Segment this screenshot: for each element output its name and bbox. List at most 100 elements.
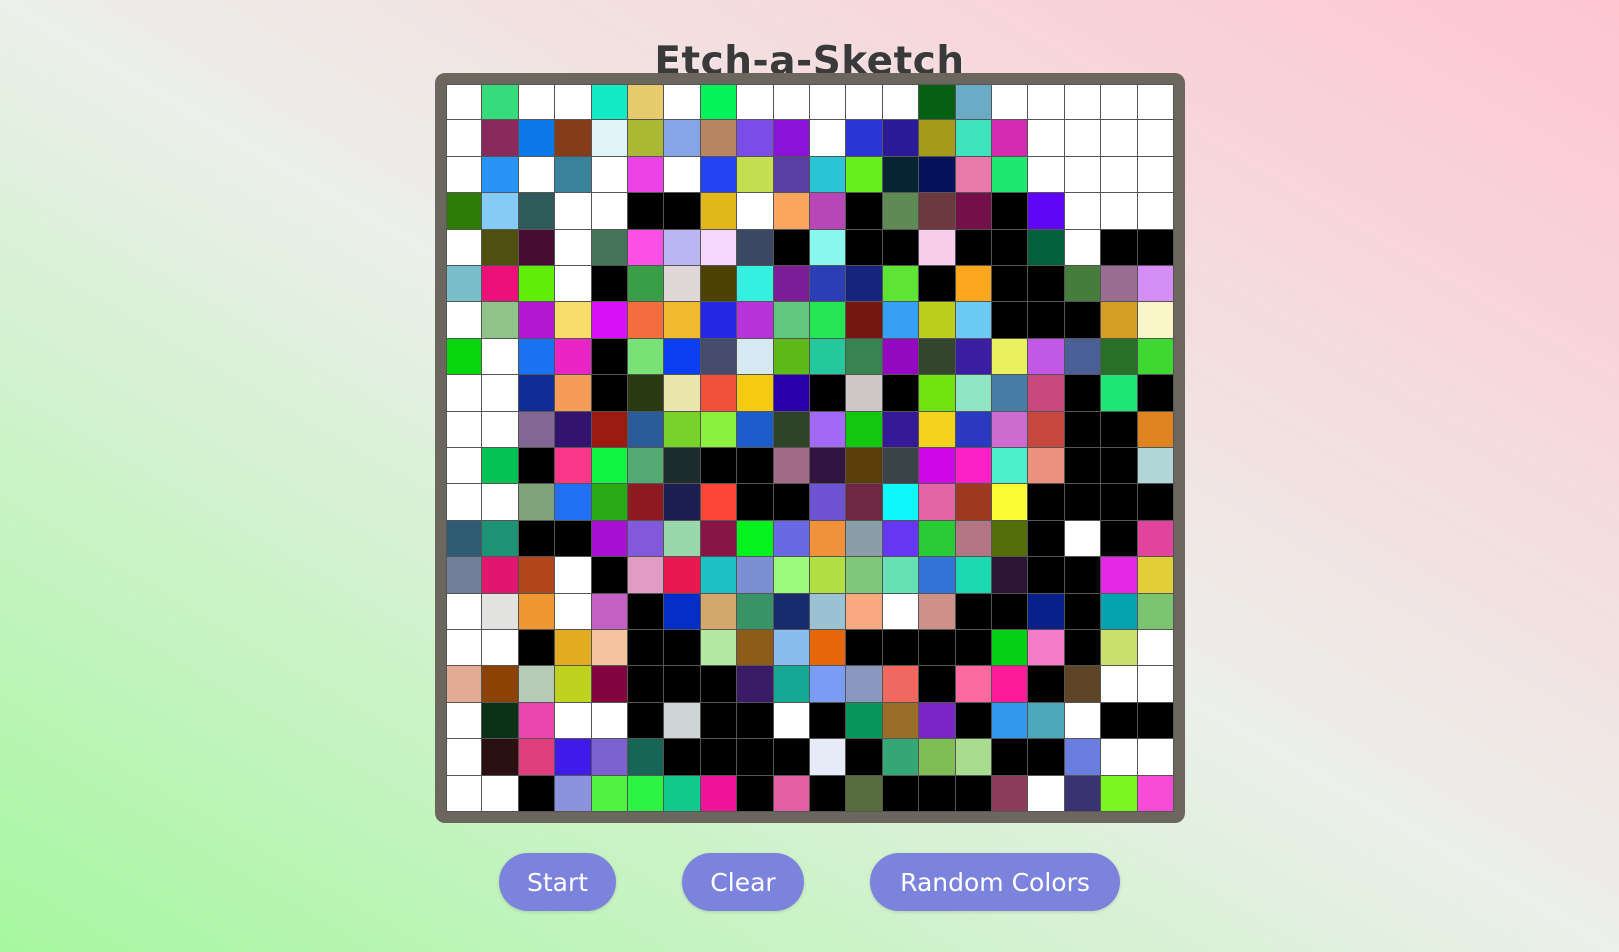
grid-cell[interactable] [773,739,810,776]
grid-cell[interactable] [773,120,810,157]
grid-cell[interactable] [810,630,847,667]
grid-cell[interactable] [1028,593,1065,630]
grid-cell[interactable] [664,702,701,740]
grid-cell[interactable] [737,302,774,339]
grid-cell[interactable] [628,557,665,594]
grid-cell[interactable] [591,666,628,703]
grid-cell[interactable] [846,120,883,157]
grid-cell[interactable] [1028,557,1065,594]
grid-cell[interactable] [882,557,920,594]
grid-cell[interactable] [446,375,483,412]
grid-cell[interactable] [518,630,556,667]
grid-cell[interactable] [628,266,665,303]
grid-cell[interactable] [737,484,774,521]
grid-cell[interactable] [700,520,738,558]
grid-cell[interactable] [1137,229,1174,266]
grid-cell[interactable] [555,84,592,121]
grid-cell[interactable] [446,520,483,558]
grid-cell[interactable] [1064,229,1102,266]
grid-cell[interactable] [955,411,992,448]
grid-cell[interactable] [518,557,556,594]
grid-cell[interactable] [1028,739,1065,776]
grid-cell[interactable] [555,266,592,303]
grid-cell[interactable] [482,484,519,521]
grid-cell[interactable] [846,739,883,776]
grid-cell[interactable] [700,775,738,812]
grid-cell[interactable] [810,739,847,776]
grid-cell[interactable] [482,302,519,339]
grid-cell[interactable] [664,484,701,521]
grid-cell[interactable] [955,338,992,376]
grid-cell[interactable] [1137,739,1174,776]
grid-cell[interactable] [555,193,592,230]
grid-cell[interactable] [1028,630,1065,667]
grid-cell[interactable] [700,84,738,121]
grid-cell[interactable] [1028,302,1065,339]
grid-cell[interactable] [518,593,556,630]
grid-cell[interactable] [518,448,556,485]
grid-cell[interactable] [555,338,592,376]
grid-cell[interactable] [482,775,519,812]
grid-cell[interactable] [1064,375,1102,412]
grid-cell[interactable] [992,229,1029,266]
grid-cell[interactable] [773,411,810,448]
grid-cell[interactable] [955,302,992,339]
grid-cell[interactable] [664,302,701,339]
grid-cell[interactable] [810,775,847,812]
grid-cell[interactable] [555,375,592,412]
grid-cell[interactable] [1137,120,1174,157]
grid-cell[interactable] [628,302,665,339]
grid-cell[interactable] [1028,484,1065,521]
grid-cell[interactable] [664,193,701,230]
grid-cell[interactable] [555,557,592,594]
grid-cell[interactable] [482,739,519,776]
grid-cell[interactable] [846,520,883,558]
grid-cell[interactable] [810,266,847,303]
grid-cell[interactable] [518,411,556,448]
grid-cell[interactable] [882,193,920,230]
grid-cell[interactable] [591,375,628,412]
grid-cell[interactable] [1028,84,1065,121]
grid-cell[interactable] [1101,557,1138,594]
grid-cell[interactable] [446,666,483,703]
grid-cell[interactable] [446,120,483,157]
grid-cell[interactable] [992,84,1029,121]
grid-cell[interactable] [919,593,956,630]
grid-cell[interactable] [1101,775,1138,812]
grid-cell[interactable] [555,448,592,485]
grid-cell[interactable] [1064,484,1102,521]
grid-cell[interactable] [628,120,665,157]
grid-cell[interactable] [773,448,810,485]
grid-cell[interactable] [1101,266,1138,303]
grid-cell[interactable] [882,630,920,667]
grid-cell[interactable] [1101,739,1138,776]
grid-cell[interactable] [1064,302,1102,339]
grid-cell[interactable] [810,593,847,630]
grid-cell[interactable] [773,702,810,740]
grid-cell[interactable] [482,120,519,157]
grid-cell[interactable] [518,666,556,703]
grid-cell[interactable] [882,775,920,812]
grid-cell[interactable] [591,411,628,448]
grid-cell[interactable] [664,666,701,703]
grid-cell[interactable] [992,193,1029,230]
grid-cell[interactable] [446,484,483,521]
grid-cell[interactable] [1028,448,1065,485]
grid-cell[interactable] [992,593,1029,630]
grid-cell[interactable] [482,702,519,740]
grid-cell[interactable] [482,520,519,558]
grid-cell[interactable] [810,411,847,448]
grid-cell[interactable] [518,84,556,121]
grid-cell[interactable] [955,229,992,266]
grid-cell[interactable] [664,84,701,121]
grid-cell[interactable] [591,593,628,630]
grid-cell[interactable] [555,120,592,157]
grid-cell[interactable] [773,593,810,630]
grid-cell[interactable] [773,375,810,412]
grid-cell[interactable] [773,520,810,558]
grid-cell[interactable] [482,84,519,121]
grid-cell[interactable] [591,739,628,776]
grid-cell[interactable] [446,702,483,740]
grid-cell[interactable] [882,702,920,740]
grid-cell[interactable] [591,193,628,230]
